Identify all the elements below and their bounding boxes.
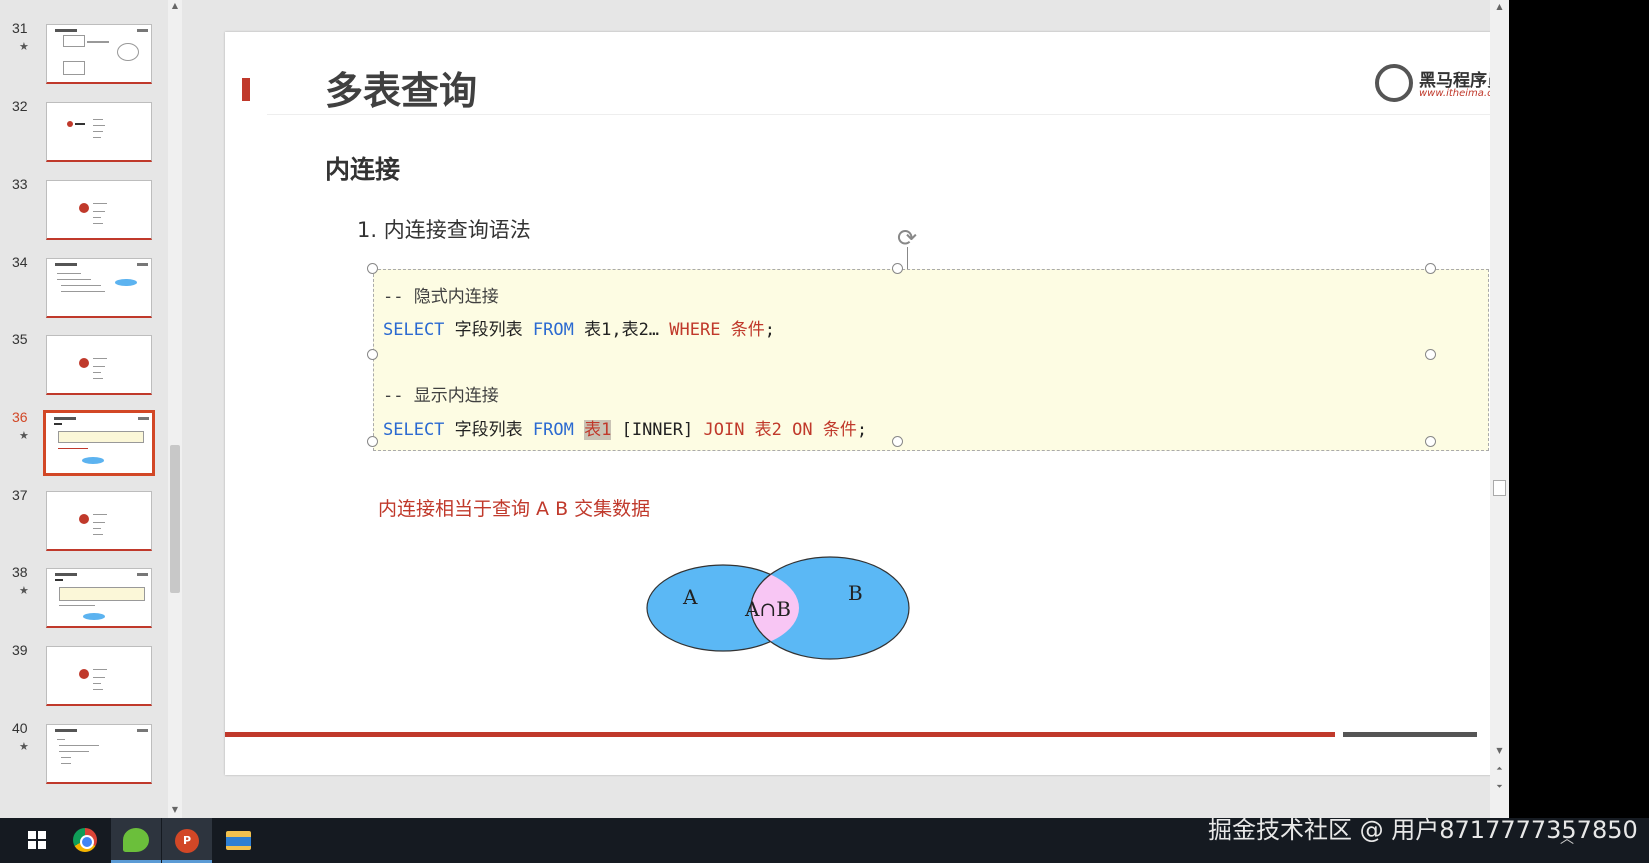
slide-editor: 多表查询 黑马程序员 www.itheima.com 内连接 1. 内连接查询语… xyxy=(183,0,1573,818)
taskbar-powerpoint[interactable]: P xyxy=(162,818,212,863)
numbered-list-item[interactable]: 1. 内连接查询语法 xyxy=(357,214,531,244)
horse-logo-icon xyxy=(1375,64,1413,102)
subheading[interactable]: 内连接 xyxy=(325,150,400,186)
scroll-down-arrow-icon[interactable]: ▼ xyxy=(1490,744,1509,758)
code-line-comment[interactable]: -- 显示内连接 xyxy=(383,381,499,406)
slide-number: 35 xyxy=(12,331,28,347)
slide-number: 31 xyxy=(12,20,28,36)
venn-label-intersection: A∩B xyxy=(744,597,791,621)
resize-handle-t[interactable] xyxy=(892,263,903,274)
scroll-up-arrow-icon[interactable]: ▲ xyxy=(168,0,182,12)
start-button[interactable] xyxy=(8,818,58,863)
thumbnail-row[interactable]: 32 xyxy=(10,98,181,170)
slide-thumbnail[interactable] xyxy=(46,491,152,551)
next-slide-icon[interactable]: ⏷ xyxy=(1490,780,1509,794)
thumbnail-row[interactable]: 31 ★ xyxy=(10,20,181,92)
venn-label-a: A xyxy=(682,585,698,609)
resize-handle-bl[interactable] xyxy=(367,436,378,447)
thumbnail-row[interactable]: 40 ★ xyxy=(10,720,181,792)
slide-thumbnail[interactable] xyxy=(46,180,152,240)
code-line-explicit-join[interactable]: SELECT 字段列表 FROM 表1 [INNER] JOIN 表2 ON 条… xyxy=(383,415,867,440)
resize-handle-tr[interactable] xyxy=(1425,263,1436,274)
selected-text: 表1 xyxy=(584,420,612,440)
leaf-app-icon xyxy=(123,828,149,852)
thumbnail-row[interactable]: 33 xyxy=(10,176,181,248)
resize-handle-br[interactable] xyxy=(1425,436,1436,447)
taskbar-chrome[interactable] xyxy=(60,818,110,863)
footer-bar-red xyxy=(225,732,1335,737)
venn-label-b: B xyxy=(848,581,863,605)
slide-number: 33 xyxy=(12,176,28,192)
thumbnail-row-selected[interactable]: 36 ★ xyxy=(10,409,181,481)
thumbnail-scrollbar[interactable]: ▲ ▼ xyxy=(168,0,182,818)
slide-thumbnail[interactable] xyxy=(46,24,152,84)
windows-logo-icon xyxy=(28,831,46,849)
thumbnail-row[interactable]: 37 xyxy=(10,487,181,559)
slide-number: 38 xyxy=(12,564,28,580)
thumbnail-row[interactable]: 38 ★ xyxy=(10,564,181,636)
slide-thumbnail[interactable] xyxy=(46,646,152,706)
scrollbar-thumb[interactable] xyxy=(1493,480,1506,496)
slide-number: 40 xyxy=(12,720,28,736)
animation-star-icon: ★ xyxy=(19,584,29,597)
slide-thumbnail[interactable] xyxy=(46,335,152,395)
slide-number: 37 xyxy=(12,487,28,503)
slide-number: 34 xyxy=(12,254,28,270)
taskbar-file-explorer[interactable] xyxy=(213,818,263,863)
slide-thumbnail[interactable] xyxy=(46,568,152,628)
rotate-handle-connector xyxy=(907,247,908,271)
previous-slide-icon[interactable]: ⏶ xyxy=(1490,762,1509,776)
resize-handle-r[interactable] xyxy=(1425,349,1436,360)
resize-handle-l[interactable] xyxy=(367,349,378,360)
scroll-down-arrow-icon[interactable]: ▼ xyxy=(168,804,182,816)
scrollbar-thumb[interactable] xyxy=(170,445,180,593)
slide-number: 32 xyxy=(12,98,28,114)
watermark-text: 掘金技术社区 @ 用户8717777357850 xyxy=(1208,816,1638,844)
title-accent-bar xyxy=(242,78,250,101)
slide-thumbnail-active[interactable] xyxy=(43,410,155,476)
chrome-icon xyxy=(73,828,97,852)
slide-number: 36 xyxy=(12,409,28,425)
slide-title[interactable]: 多表查询 xyxy=(325,60,477,115)
slide-scrollbar[interactable]: ▲ ▼ ⏶ ⏷ xyxy=(1490,0,1509,818)
resize-handle-tl[interactable] xyxy=(367,263,378,274)
screen-margin xyxy=(1509,0,1649,863)
slide-thumbnail[interactable] xyxy=(46,102,152,162)
animation-star-icon: ★ xyxy=(19,740,29,753)
powerpoint-icon: P xyxy=(175,829,199,853)
slide-number: 39 xyxy=(12,642,28,658)
animation-star-icon: ★ xyxy=(19,429,29,442)
code-textbox-selected[interactable]: -- 隐式内连接 SELECT 字段列表 FROM 表1,表2… WHERE 条… xyxy=(373,269,1489,451)
inner-join-note[interactable]: 内连接相当于查询 A B 交集数据 xyxy=(378,494,650,521)
taskbar-app-leaf[interactable] xyxy=(111,818,161,863)
scroll-up-arrow-icon[interactable]: ▲ xyxy=(1490,0,1509,14)
footer-bar-dark xyxy=(1343,732,1477,737)
animation-star-icon: ★ xyxy=(19,40,29,53)
slide-thumbnail[interactable] xyxy=(46,724,152,784)
slide-canvas[interactable]: 多表查询 黑马程序员 www.itheima.com 内连接 1. 内连接查询语… xyxy=(225,32,1542,775)
code-line-implicit-join[interactable]: SELECT 字段列表 FROM 表1,表2… WHERE 条件; xyxy=(383,315,775,340)
title-divider xyxy=(267,114,1507,115)
venn-diagram[interactable]: A B A∩B xyxy=(645,552,911,664)
code-line-comment[interactable]: -- 隐式内连接 xyxy=(383,282,499,307)
thumbnail-row[interactable]: 39 xyxy=(10,642,181,714)
powerpoint-window: 31 ★ 32 33 34 35 36 ★ 37 38 ★ 39 40 ★ ▲ … xyxy=(0,0,1649,863)
slide-thumbnail[interactable] xyxy=(46,258,152,318)
resize-handle-b[interactable] xyxy=(892,436,903,447)
folder-icon xyxy=(226,831,251,850)
thumbnail-row[interactable]: 35 xyxy=(10,331,181,403)
thumbnail-row[interactable]: 34 xyxy=(10,254,181,326)
slide-thumbnail-pane[interactable]: 31 ★ 32 33 34 35 36 ★ 37 38 ★ 39 40 ★ xyxy=(10,0,182,818)
